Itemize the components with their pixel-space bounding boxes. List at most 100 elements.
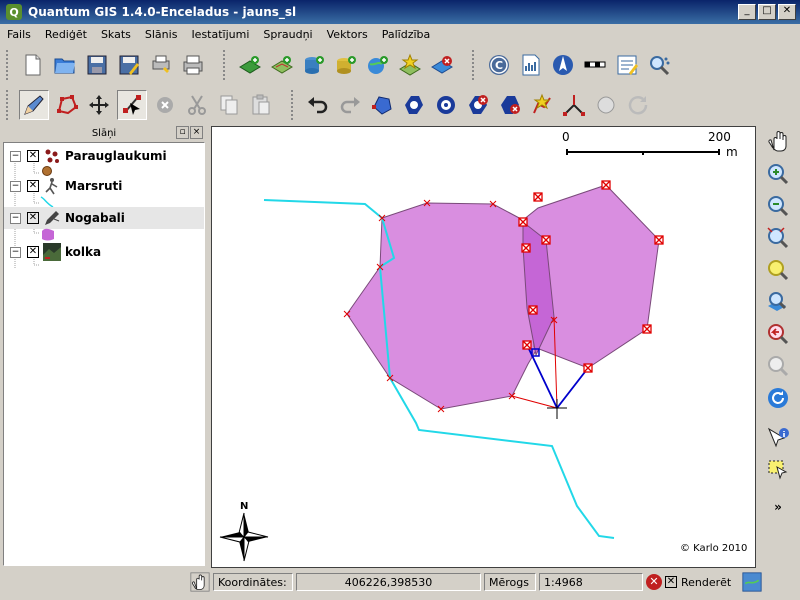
delete-ring-icon[interactable] xyxy=(464,91,492,119)
zoom-map-tool-icon[interactable] xyxy=(645,51,673,79)
new-vector-layer-icon[interactable] xyxy=(396,51,424,79)
layer-visibility-checkbox[interactable]: ✕ xyxy=(27,180,39,192)
zoom-actual-icon[interactable] xyxy=(764,352,792,380)
add-postgis-icon[interactable] xyxy=(300,51,328,79)
vertex-box xyxy=(522,340,532,350)
open-project-icon[interactable] xyxy=(51,51,79,79)
layer-visibility-checkbox[interactable]: ✕ xyxy=(27,212,39,224)
toolbar-grip[interactable] xyxy=(223,50,230,80)
capture-polygon-icon[interactable] xyxy=(53,91,81,119)
add-raster-icon[interactable] xyxy=(236,51,264,79)
polygon-left[interactable] xyxy=(346,202,539,410)
coordinates-label: Koordinātes: xyxy=(213,573,293,591)
toolbar-extension-icon[interactable]: » xyxy=(774,500,782,514)
paste-icon[interactable] xyxy=(247,91,275,119)
save-project-icon[interactable] xyxy=(83,51,111,79)
reshape-icon[interactable] xyxy=(528,91,556,119)
split-icon[interactable] xyxy=(560,91,588,119)
scalebar-icon[interactable] xyxy=(581,51,609,79)
menu-vektors[interactable]: Vektors xyxy=(320,28,375,41)
identify-icon[interactable] xyxy=(764,424,792,452)
close-button[interactable]: ✕ xyxy=(778,4,796,20)
menu-spraudni[interactable]: Spraudņi xyxy=(256,28,319,41)
toolbar-grip[interactable] xyxy=(6,50,13,80)
vertex-box xyxy=(642,324,652,334)
wms-server-icon[interactable] xyxy=(517,51,545,79)
menu-iestatijumi[interactable]: Iestatījumi xyxy=(184,28,256,41)
toolbar-grip[interactable] xyxy=(472,50,479,80)
zoom-layer-icon[interactable] xyxy=(764,288,792,316)
minimize-button[interactable]: _ xyxy=(738,4,756,20)
copyright-icon[interactable]: C xyxy=(485,51,513,79)
stop-render-icon[interactable]: ✕ xyxy=(646,572,662,592)
zoom-selection-icon[interactable] xyxy=(764,256,792,284)
scalebar-end-label: 200 xyxy=(708,130,731,144)
layer-row-kolka[interactable]: − ✕ kolka xyxy=(4,241,204,263)
menu-slanis[interactable]: Slānis xyxy=(138,28,185,41)
close-panel-button[interactable]: × xyxy=(190,126,203,139)
layer-row-parauglaukumi[interactable]: − ✕ Parauglaukumi xyxy=(4,145,204,167)
toggle-coord-icon[interactable] xyxy=(190,572,210,592)
north-arrow-icon[interactable] xyxy=(549,51,577,79)
move-feature-icon[interactable] xyxy=(85,91,113,119)
layer-visibility-checkbox[interactable]: ✕ xyxy=(27,246,39,258)
simplify-icon[interactable] xyxy=(368,91,396,119)
zoom-out-icon[interactable] xyxy=(764,192,792,220)
collapse-toggle[interactable]: − xyxy=(10,246,21,258)
save-as-icon[interactable] xyxy=(115,51,143,79)
menu-rediget[interactable]: Rediģēt xyxy=(38,28,94,41)
georeferencer-icon[interactable] xyxy=(613,51,641,79)
title-bar: Q Quantum GIS 1.4.0-Enceladus - jauns_sl… xyxy=(0,0,800,24)
scale-input[interactable]: 1:4968 xyxy=(539,573,643,591)
add-wms-icon[interactable] xyxy=(364,51,392,79)
toolbar-grip[interactable] xyxy=(291,90,298,120)
menu-skats[interactable]: Skats xyxy=(94,28,138,41)
add-spatialite-icon[interactable] xyxy=(332,51,360,79)
menu-fails[interactable]: Fails xyxy=(0,28,38,41)
undo-icon[interactable] xyxy=(304,91,332,119)
zoom-last-icon[interactable] xyxy=(764,320,792,348)
copy-icon[interactable] xyxy=(215,91,243,119)
add-ring-icon[interactable] xyxy=(400,91,428,119)
delete-part-icon[interactable] xyxy=(496,91,524,119)
toggle-editing-icon[interactable] xyxy=(19,90,49,120)
collapse-toggle[interactable]: − xyxy=(10,180,21,192)
polygon-symbol-icon xyxy=(42,228,54,241)
add-vector-icon[interactable] xyxy=(268,51,296,79)
zoom-full-icon[interactable] xyxy=(764,224,792,252)
map-canvas[interactable]: 0 200 m N © Karlo 2010 xyxy=(211,126,756,568)
refresh-icon[interactable] xyxy=(764,384,792,412)
node-tool-icon[interactable] xyxy=(117,90,147,120)
zoom-in-icon[interactable] xyxy=(764,160,792,188)
cut-icon[interactable] xyxy=(183,91,211,119)
layer-row-marsruti[interactable]: − ✕ Marsruti xyxy=(4,175,204,197)
add-island-icon[interactable] xyxy=(432,91,460,119)
print-composer-icon[interactable] xyxy=(147,51,175,79)
pan-icon[interactable] xyxy=(764,128,792,156)
north-label: N xyxy=(240,501,249,512)
layer-row-nogabali[interactable]: − ✕ Nogabali xyxy=(4,207,204,229)
merge-icon[interactable] xyxy=(592,91,620,119)
rotate-icon[interactable] xyxy=(624,91,652,119)
maximize-button[interactable]: □ xyxy=(758,4,776,20)
new-project-icon[interactable] xyxy=(19,51,47,79)
float-panel-button[interactable]: ▫ xyxy=(176,126,189,139)
toolbar-grip[interactable] xyxy=(6,90,13,120)
file-toolbar: C xyxy=(0,46,800,84)
editing-pencil-icon xyxy=(45,211,60,225)
render-check[interactable]: ✕ xyxy=(665,576,677,588)
print-icon[interactable] xyxy=(179,51,207,79)
collapse-toggle[interactable]: − xyxy=(10,150,21,162)
delete-selected-icon[interactable] xyxy=(151,91,179,119)
menu-palidziba[interactable]: Palīdzība xyxy=(375,28,438,41)
vertex-box xyxy=(601,180,611,190)
redo-icon[interactable] xyxy=(336,91,364,119)
coordinates-value: 406226,398530 xyxy=(296,573,481,591)
projection-status-icon[interactable] xyxy=(742,572,762,592)
layer-name: Parauglaukumi xyxy=(65,149,167,163)
collapse-toggle[interactable]: − xyxy=(10,212,21,224)
select-icon[interactable] xyxy=(764,456,792,484)
layer-visibility-checkbox[interactable]: ✕ xyxy=(27,150,39,162)
render-checkbox[interactable]: ✕ Renderēt xyxy=(665,572,731,592)
remove-layer-icon[interactable] xyxy=(428,51,456,79)
